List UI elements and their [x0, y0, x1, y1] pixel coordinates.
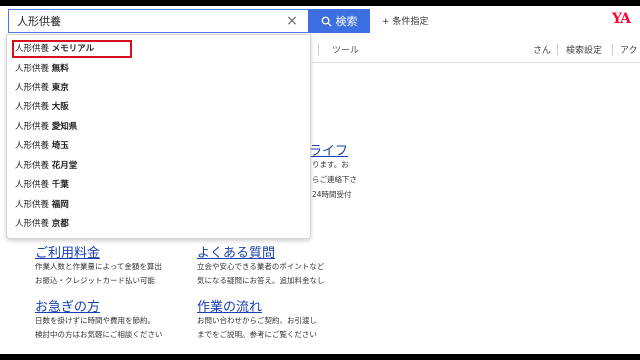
suggestion-term: 大阪: [51, 102, 69, 112]
logo[interactable]: YA: [612, 11, 631, 27]
suggestion-term: 無料: [51, 64, 69, 74]
suggestion-term: 埼玉: [51, 141, 69, 151]
search-icon: [321, 16, 332, 27]
suggestion-term: 千葉: [51, 180, 69, 190]
behind-text: ります。お: [312, 160, 349, 169]
suggestion-prefix: 人形供養: [15, 180, 50, 190]
suggestion-item[interactable]: 人形供養 無料: [15, 60, 69, 78]
card-text: までをご説明。参考にご覧ください: [197, 330, 317, 339]
card-text: 作業人数と作業量によって金額を算出: [35, 262, 162, 271]
card-title-faq[interactable]: よくある質問: [197, 242, 275, 261]
suggestion-term: 福岡: [51, 200, 69, 210]
suggestion-item[interactable]: 人形供養 福岡: [15, 196, 69, 214]
highlight-box: [12, 40, 132, 58]
suggestion-prefix: 人形供養: [15, 200, 50, 210]
nav-divider: [557, 44, 558, 55]
suggestion-term: 愛知県: [51, 122, 78, 132]
suggestion-prefix: 人形供養: [15, 141, 50, 151]
tools-link[interactable]: ツール: [332, 43, 359, 56]
search-box[interactable]: ×: [8, 9, 308, 33]
suggestion-item[interactable]: 人形供養 埼玉: [15, 137, 69, 155]
behind-text: らご連絡下さ: [312, 175, 357, 184]
suggestion-prefix: 人形供養: [15, 83, 50, 93]
top-frame-bar: [0, 0, 640, 6]
search-button[interactable]: 検索: [308, 9, 370, 33]
suggestion-item[interactable]: 人形供養 京都: [15, 215, 69, 233]
condition-link[interactable]: + 条件指定: [382, 14, 428, 27]
search-input[interactable]: [17, 13, 277, 29]
suggestion-prefix: 人形供養: [15, 219, 50, 229]
behind-text: 24時間受付: [312, 190, 352, 199]
card-text: お問い合わせからご契約、お引渡し: [197, 316, 317, 325]
suggestion-term: 花月堂: [51, 161, 78, 171]
card-title-pricing[interactable]: ご利用料金: [35, 242, 100, 261]
header-divider: [312, 62, 640, 63]
suggestion-prefix: 人形供養: [15, 122, 50, 132]
suggestion-item[interactable]: 人形供養 千葉: [15, 176, 69, 194]
card-text: お振込・クレジットカード払い可能: [35, 276, 155, 285]
suggestion-item[interactable]: 人形供養 東京: [15, 79, 69, 97]
card-title-urgent[interactable]: お急ぎの方: [35, 296, 100, 315]
suggestion-item[interactable]: 人形供養 花月堂: [15, 157, 77, 175]
suggestion-item[interactable]: 人形供養 愛知県: [15, 118, 77, 136]
card-text: 検討中の方はお気軽にご相談ください: [35, 330, 163, 339]
search-button-label: 検索: [335, 15, 358, 28]
tools-divider: [318, 44, 319, 55]
search-settings-link[interactable]: 検索設定: [566, 43, 602, 56]
card-title-workflow[interactable]: 作業の流れ: [197, 296, 262, 315]
clear-icon[interactable]: ×: [284, 12, 300, 30]
suggestion-item[interactable]: 人形供養 大阪: [15, 98, 69, 116]
nav-divider: [612, 44, 613, 55]
suggestion-dropdown: 人形供養 メモリアル 人形供養 無料 人形供養 東京 人形供養 大阪 人形供養 …: [6, 34, 311, 239]
card-text: 日数を掛けずに時間や費用を節約。: [35, 316, 155, 325]
suggestion-term: 東京: [51, 83, 69, 93]
suggestion-prefix: 人形供養: [15, 64, 50, 74]
suggestion-prefix: 人形供養: [15, 161, 50, 171]
bottom-frame-bar: [0, 354, 640, 360]
suggestion-term: 京都: [51, 219, 69, 229]
account-link[interactable]: アク: [620, 43, 638, 56]
suggestion-prefix: 人形供養: [15, 102, 50, 112]
card-text: 気になる疑問にお答え。追加料金なし: [197, 276, 325, 285]
user-name-link[interactable]: さん: [533, 43, 551, 56]
card-text: 立会や安心できる業者のポイントなど: [197, 262, 325, 271]
